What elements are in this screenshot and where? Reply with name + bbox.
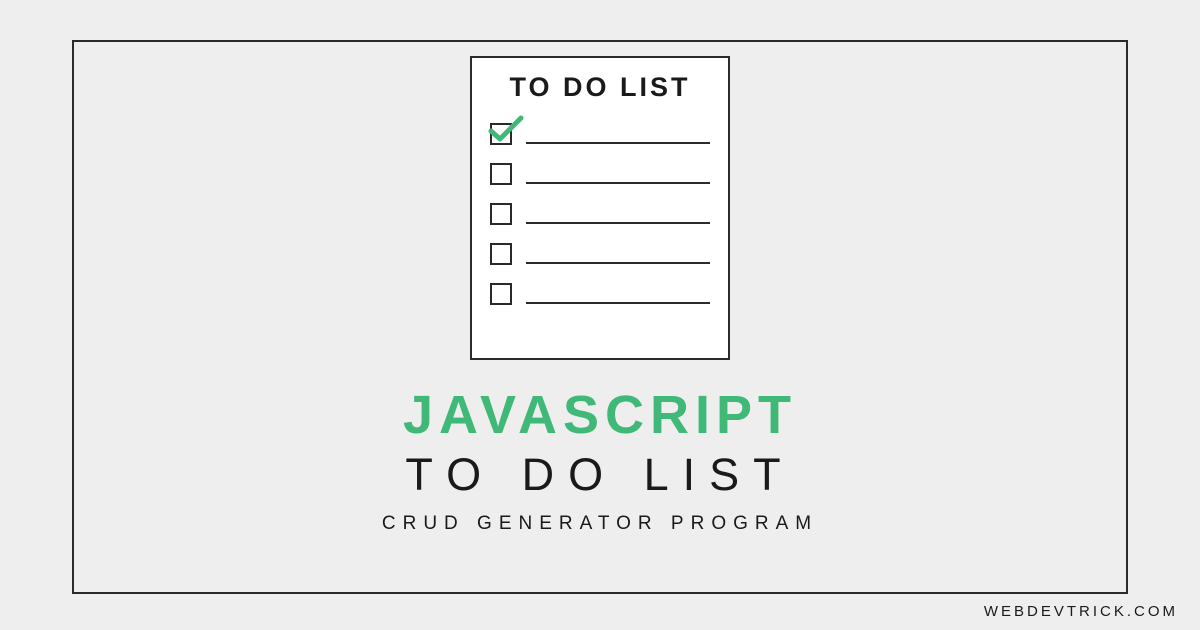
checkbox-checked-icon (490, 123, 512, 145)
heading-main: JAVASCRIPT (382, 388, 818, 442)
list-item (490, 243, 710, 265)
watermark: WEBDEVTRICK.COM (984, 603, 1178, 620)
checkbox-icon (490, 283, 512, 305)
list-item (490, 123, 710, 145)
title-block: JAVASCRIPT TO DO LIST CRUD GENERATOR PRO… (382, 388, 818, 535)
checkbox-icon (490, 163, 512, 185)
checkbox-icon (490, 203, 512, 225)
todo-paper: TO DO LIST (470, 56, 730, 360)
list-item (490, 163, 710, 185)
item-line (526, 142, 710, 144)
checkbox-icon (490, 243, 512, 265)
item-line (526, 262, 710, 264)
item-line (526, 222, 710, 224)
paper-title: TO DO LIST (509, 72, 690, 103)
item-line (526, 182, 710, 184)
list-item (490, 203, 710, 225)
heading-description: CRUD GENERATOR PROGRAM (382, 513, 818, 535)
content-frame: TO DO LIST JAVASCRIPT TO (72, 40, 1128, 594)
item-line (526, 302, 710, 304)
heading-sub: TO DO LIST (382, 452, 818, 497)
list-item (490, 283, 710, 305)
checkmark-icon (488, 115, 524, 145)
